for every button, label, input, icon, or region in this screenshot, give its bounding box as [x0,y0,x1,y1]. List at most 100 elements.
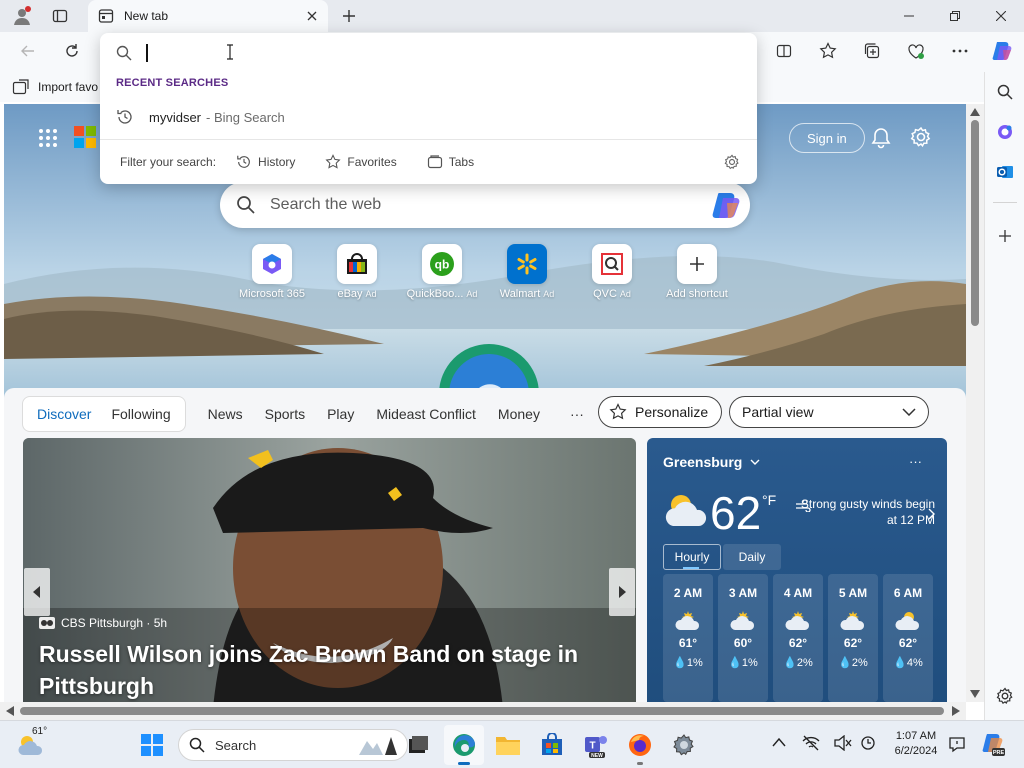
import-favorites-link[interactable]: Import favo [38,80,98,94]
scrollbar-thumb[interactable] [20,707,944,715]
shortcut-walmart[interactable]: Walmart Ad [482,244,572,300]
hour-temp: 60° [733,636,753,650]
apps-launcher-icon[interactable] [38,128,58,148]
filter-history[interactable]: History [236,154,295,170]
copilot-preview-icon[interactable]: PRE [980,731,1006,757]
minimize-button[interactable] [886,0,932,32]
tab-new-tab[interactable]: New tab [88,0,328,32]
nav-money[interactable]: Money [498,406,540,422]
teams-icon[interactable]: T NEW [576,725,616,765]
profile-icon[interactable] [10,6,34,26]
tab-discover[interactable]: Discover [27,406,101,422]
close-tab-icon[interactable] [306,10,318,22]
settings-app-icon[interactable] [664,725,704,765]
windows-logo-icon [141,734,163,756]
search-filter-row: Filter your search: History Favorites Ta… [100,139,757,184]
split-screen-icon[interactable] [770,37,798,65]
nav-more-button[interactable]: ··· [570,406,584,422]
page-settings-icon[interactable] [910,126,932,148]
favorites-icon[interactable] [814,37,842,65]
filter-tabs-label: Tabs [448,155,475,169]
refresh-button[interactable] [58,37,86,65]
task-view-icon[interactable] [398,725,438,765]
qvc-icon [592,244,632,284]
nav-play[interactable]: Play [327,406,354,422]
view-select[interactable]: Partial view [729,396,929,428]
weather-city: Greensburg [663,454,743,470]
horizontal-scrollbar[interactable] [0,702,966,720]
tab-following[interactable]: Following [101,406,180,422]
shortcut-ebay[interactable]: eBay Ad [312,244,402,300]
volume-muted-icon[interactable] [834,735,852,751]
running-app-indicator [637,762,643,765]
battery-icon[interactable] [860,735,878,751]
restore-button[interactable] [932,0,978,32]
filter-favorites[interactable]: Favorites [325,154,397,170]
back-button[interactable] [14,37,42,65]
article-card[interactable]: CBS Pittsburgh · 5h Russell Wilson joins… [23,438,636,702]
ad-badge: Ad [466,289,478,299]
taskbar-search[interactable]: Search [178,729,408,761]
hourly-forecast-item: 5 AM 62° 💧2% [828,574,878,702]
web-search-box[interactable]: Search the web [220,182,750,228]
outlook-icon[interactable] [985,156,1024,188]
browser-essentials-icon[interactable] [902,37,930,65]
import-favorites-icon[interactable] [12,79,30,95]
vertical-scrollbar[interactable] [966,104,984,702]
weather-tab-label: Daily [738,550,766,564]
article-headline[interactable]: Russell Wilson joins Zac Brown Band on s… [39,638,599,702]
weather-more-button[interactable]: ··· [909,454,922,469]
notifications-tray-icon[interactable] [948,735,966,753]
shortcut-qvc[interactable]: QVC Ad [567,244,657,300]
copilot-icon[interactable] [988,37,1016,65]
active-app-indicator [458,762,470,765]
nav-news[interactable]: News [208,406,243,422]
scroll-down-icon [970,690,980,698]
address-input[interactable] [116,41,736,65]
more-options-icon[interactable] [946,37,974,65]
notifications-bell-icon[interactable] [871,127,891,149]
hour-label: 2 AM [673,586,703,600]
close-window-button[interactable] [978,0,1024,32]
clock[interactable]: 1:07 AM 6/2/2024 [888,729,944,759]
ad-badge: Ad [365,289,377,299]
sidebar-add-icon[interactable] [985,220,1024,252]
taskbar-weather-widget[interactable]: 61° [16,726,56,763]
nav-mideast-conflict[interactable]: Mideast Conflict [376,406,476,422]
scrollbar-thumb[interactable] [971,120,979,326]
weather-card[interactable]: Greensburg ··· 62 °F Strong gusty winds … [647,438,947,702]
copilot-search-icon[interactable] [710,189,742,221]
plus-icon [343,10,355,22]
chevron-right-icon[interactable] [928,508,935,520]
recent-search-item[interactable]: myvidser - Bing Search [100,103,757,131]
weather-location[interactable]: Greensburg [663,454,760,470]
filter-tabs[interactable]: Tabs [427,154,474,170]
tabs-icon [427,155,442,169]
search-settings-icon[interactable] [724,154,740,170]
network-offline-icon[interactable] [802,735,820,751]
nav-sports[interactable]: Sports [265,406,305,422]
search-icon [236,195,256,215]
edge-taskbar-icon[interactable] [444,725,484,765]
tray-overflow-icon[interactable] [772,737,786,747]
sidebar-search-icon[interactable] [985,76,1024,108]
sign-in-button[interactable]: Sign in [789,123,865,153]
weather-tab-daily[interactable]: Daily [723,544,781,570]
firefox-icon[interactable] [620,725,660,765]
weather-unit[interactable]: °F [762,492,776,508]
shortcut-quickbooks[interactable]: qb QuickBoo... Ad [397,244,487,300]
collections-icon[interactable] [858,37,886,65]
carousel-next-button[interactable] [609,568,635,616]
microsoft-store-icon[interactable] [532,725,572,765]
tab-actions-icon[interactable] [48,6,72,26]
shortcut-microsoft-365[interactable]: Microsoft 365 [227,244,317,300]
shortcut-add[interactable]: Add shortcut [652,244,742,300]
personalize-button[interactable]: Personalize [598,396,722,428]
new-tab-button[interactable] [338,6,360,26]
sidebar-settings-icon[interactable] [985,680,1024,712]
file-explorer-icon[interactable] [488,725,528,765]
start-button[interactable] [132,725,172,765]
sidebar-copilot-icon[interactable] [985,116,1024,148]
weather-temperature: 62 [710,487,762,539]
carousel-prev-button[interactable] [24,568,50,616]
